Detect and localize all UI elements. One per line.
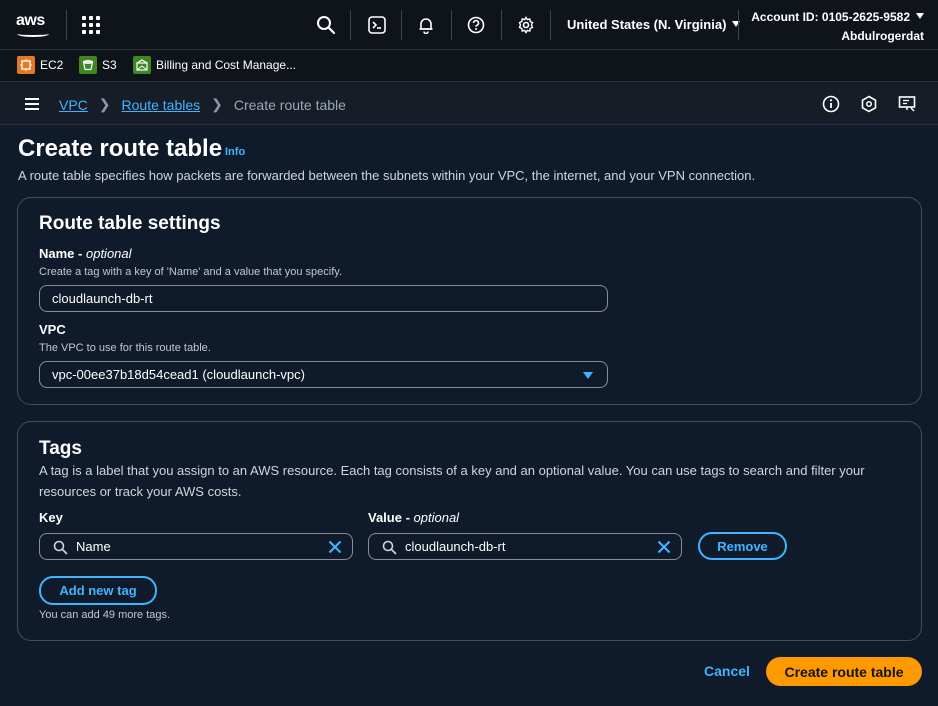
clear-icon[interactable] [657,540,671,557]
notifications-panel-icon[interactable] [859,94,879,114]
breadcrumb-vpc[interactable]: VPC [59,97,88,113]
favorite-label: EC2 [40,58,64,72]
info-link[interactable]: Info [225,146,245,158]
optional-label: optional [85,246,132,261]
search-icon [382,540,397,558]
remove-tag-button[interactable]: Remove [698,532,787,560]
search-icon[interactable] [314,13,338,37]
name-label: Name - optional [39,246,132,261]
tag-key-input[interactable]: Name [39,533,353,560]
divider [66,10,67,40]
favorite-ec2[interactable]: EC2 [17,56,63,74]
chevron-right-icon: ❯ [211,96,223,112]
breadcrumb-route-tables[interactable]: Route tables [122,97,201,113]
chevron-right-icon: ❯ [98,96,111,112]
name-input-value: cloudlaunch-db-rt [52,291,153,306]
favorite-s3[interactable]: S3 [79,56,117,74]
aws-logo[interactable]: aws [16,12,52,38]
key-label: Key [39,510,63,525]
region-selector[interactable]: United States (N. Virginia) [567,17,741,32]
panel-title: Tags [39,438,82,459]
divider [738,10,739,40]
services-grid-icon[interactable] [82,16,100,34]
add-new-tag-button[interactable]: Add new tag [39,576,157,605]
top-navigation: aws United States (N. Virginia) Account … [0,0,938,50]
chevron-down-icon [916,13,924,19]
breadcrumb-bar: VPC ❯ Route tables ❯ Create route table [0,83,938,125]
name-input[interactable]: cloudlaunch-db-rt [39,285,608,312]
panel-title: Route table settings [39,213,221,234]
favorite-label: S3 [102,58,117,72]
page-title: Create route table [18,135,223,162]
clear-icon[interactable] [328,540,342,557]
tag-value-input[interactable]: cloudlaunch-db-rt [368,533,682,560]
tags-panel: Tags A tag is a label that you assign to… [17,421,922,641]
info-circle-icon[interactable] [821,94,841,114]
divider [451,10,452,40]
tags-hint: You can add 49 more tags. [39,609,171,621]
name-description: Create a tag with a key of 'Name' and a … [39,266,342,278]
optional-label: optional [413,510,460,525]
account-id: Account ID: 0105-2625-9582 [751,10,910,24]
divider [501,10,502,40]
breadcrumb: VPC ❯ Route tables ❯ Create route table [59,96,346,113]
menu-hamburger-icon[interactable] [25,98,39,110]
search-icon [53,540,68,558]
s3-bucket-icon [79,56,97,74]
divider [401,10,402,40]
value-label-text: Value [368,510,402,525]
caret-down-icon [583,372,593,379]
chevron-down-icon [732,21,741,27]
username: Abdulrogerdat [841,29,924,43]
account-menu[interactable]: Account ID: 0105-2625-9582 Abdulrogerdat [751,8,924,46]
ec2-icon [17,56,35,74]
tags-description: A tag is a label that you assign to an A… [39,463,865,499]
cancel-button[interactable]: Cancel [704,663,750,679]
create-route-table-button[interactable]: Create route table [766,657,922,686]
aws-logo-text: aws [16,12,45,29]
page-description: A route table specifies how packets are … [18,168,756,183]
tag-key-value: Name [76,539,111,554]
tag-value-value: cloudlaunch-db-rt [405,539,506,554]
vpc-label: VPC [39,322,66,337]
favorites-bar: EC2 S3 Billing and Cost Manage... [0,50,938,82]
favorite-billing[interactable]: Billing and Cost Manage... [133,56,296,74]
notifications-bell-icon[interactable] [414,13,438,37]
name-label-text: Name [39,246,75,261]
vpc-select-value: vpc-00ee37b18d54cead1 (cloudlaunch-vpc) [52,367,305,382]
settings-gear-icon[interactable] [514,13,538,37]
feedback-screen-icon[interactable] [897,94,917,114]
route-table-settings-panel: Route table settings Name - optional Cre… [17,197,922,405]
divider [350,10,351,40]
favorite-label: Billing and Cost Manage... [156,58,297,72]
billing-icon [133,56,151,74]
breadcrumb-current: Create route table [233,96,346,113]
divider [550,10,551,40]
value-label: Value - optional [368,510,460,525]
vpc-select[interactable]: vpc-00ee37b18d54cead1 (cloudlaunch-vpc) [39,361,608,388]
aws-smile-icon [17,31,49,37]
region-label: United States (N. Virginia) [567,17,727,32]
cloudshell-icon[interactable] [365,13,389,37]
help-icon[interactable] [464,13,488,37]
vpc-description: The VPC to use for this route table. [39,342,211,354]
